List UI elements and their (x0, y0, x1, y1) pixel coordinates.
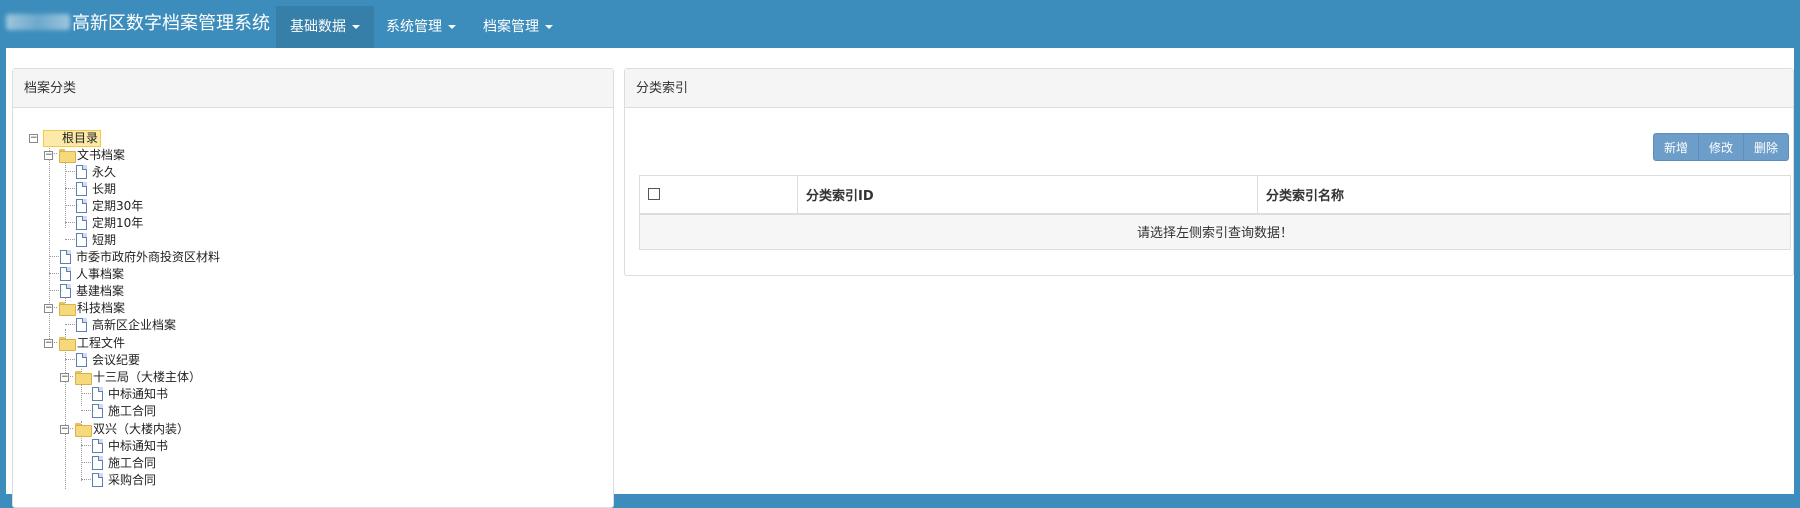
select-all-checkbox[interactable] (648, 188, 660, 201)
caret-down-icon (545, 25, 553, 29)
tree-node-label[interactable]: 施工合同 (108, 455, 156, 472)
document-icon (76, 233, 87, 247)
app-title: 高新区数字档案管理系统 (72, 13, 270, 34)
tree-node-label[interactable]: 定期30年 (92, 198, 143, 215)
document-icon (76, 353, 87, 367)
collapse-toggle-icon[interactable]: − (44, 339, 53, 348)
tree-node-label[interactable]: 长期 (92, 181, 116, 198)
tree-node-label[interactable]: 短期 (92, 232, 116, 249)
add-button[interactable]: 新增 (1652, 133, 1699, 161)
top-navbar: 高新区数字档案管理系统 基础数据 系统管理 档案管理 (0, 0, 1800, 48)
nav-basic-data[interactable]: 基础数据 (276, 6, 374, 48)
table-header-row: 分类索引ID 分类索引名称 (639, 175, 1791, 215)
tree-node-label[interactable]: 市委市政府外商投资区材料 (76, 249, 220, 266)
blurred-logo-text (6, 14, 70, 30)
nav-system-management-label: 系统管理 (386, 19, 442, 35)
nav-system-management[interactable]: 系统管理 (372, 6, 470, 48)
document-icon (76, 318, 87, 332)
folder-open-icon (59, 337, 76, 351)
document-icon (60, 250, 71, 264)
folder-open-icon (75, 423, 92, 437)
main-content: 档案分类 − 根目录 − 文书档案 永久 长期 定期30年 定期10年 短期 市… (6, 48, 1794, 508)
document-icon (92, 387, 103, 401)
tree-node-label[interactable]: 科技档案 (77, 300, 125, 317)
document-icon (92, 456, 103, 470)
document-icon (76, 182, 87, 196)
tree-node-label[interactable]: 高新区企业档案 (92, 317, 176, 334)
category-index-title: 分类索引 (625, 69, 1793, 108)
folder-open-icon (75, 371, 92, 385)
nav-archive-management-label: 档案管理 (483, 19, 539, 35)
document-icon (60, 284, 71, 298)
category-index-panel: 分类索引 新增 修改 删除 分类索引ID 分类索引名称 请选择左侧索引查询数据！ (624, 68, 1794, 276)
tree-node-label[interactable]: 十三局（大楼主体） (93, 369, 201, 386)
tree-node-label[interactable]: 中标通知书 (108, 386, 168, 403)
document-icon (76, 199, 87, 213)
collapse-toggle-icon[interactable]: − (60, 425, 69, 434)
delete-button[interactable]: 删除 (1742, 133, 1789, 161)
tree-node-label[interactable]: 永久 (92, 164, 116, 181)
tree-node-label[interactable]: 施工合同 (108, 403, 156, 420)
document-icon (76, 165, 87, 179)
category-index-table: 分类索引ID 分类索引名称 请选择左侧索引查询数据！ (639, 175, 1791, 250)
table-row: 请选择左侧索引查询数据！ (639, 213, 1791, 250)
caret-down-icon (352, 25, 360, 29)
action-button-group: 新增 修改 删除 (1652, 133, 1789, 161)
column-header-name[interactable]: 分类索引名称 (1257, 175, 1791, 215)
collapse-toggle-icon[interactable]: − (29, 134, 38, 143)
document-icon (92, 404, 103, 418)
folder-open-icon (59, 302, 76, 316)
document-icon (76, 216, 87, 230)
folder-open-icon (59, 149, 76, 163)
tree-node-label[interactable]: 双兴（大楼内装） (93, 421, 189, 438)
document-icon (60, 267, 71, 281)
collapse-toggle-icon[interactable]: − (44, 151, 53, 160)
tree-node-label[interactable]: 根目录 (43, 130, 102, 147)
tree-node-label[interactable]: 中标通知书 (108, 438, 168, 455)
tree-node-label[interactable]: 定期10年 (92, 215, 143, 232)
edit-button[interactable]: 修改 (1697, 133, 1744, 161)
nav-archive-management[interactable]: 档案管理 (469, 6, 567, 48)
tree-node-label[interactable]: 采购合同 (108, 472, 156, 489)
document-icon (92, 473, 103, 487)
column-header-id[interactable]: 分类索引ID (797, 175, 1258, 215)
app-brand[interactable]: 高新区数字档案管理系统 (6, 0, 270, 48)
collapse-toggle-icon[interactable]: − (44, 304, 53, 313)
nav-basic-data-label: 基础数据 (290, 19, 346, 35)
empty-message: 请选择左侧索引查询数据！ (639, 213, 1791, 250)
tree-node-label[interactable]: 基建档案 (76, 283, 124, 300)
tree-node-label[interactable]: 文书档案 (77, 147, 125, 164)
tree-node-label[interactable]: 会议纪要 (92, 352, 140, 369)
collapse-toggle-icon[interactable]: − (60, 373, 69, 382)
tree-node-label[interactable]: 工程文件 (77, 335, 125, 352)
select-all-header (639, 175, 798, 215)
archive-category-panel: 档案分类 − 根目录 − 文书档案 永久 长期 定期30年 定期10年 短期 市… (12, 68, 614, 508)
tree-node-label[interactable]: 人事档案 (76, 266, 124, 283)
archive-category-title: 档案分类 (13, 69, 613, 108)
caret-down-icon (448, 25, 456, 29)
document-icon (92, 439, 103, 453)
